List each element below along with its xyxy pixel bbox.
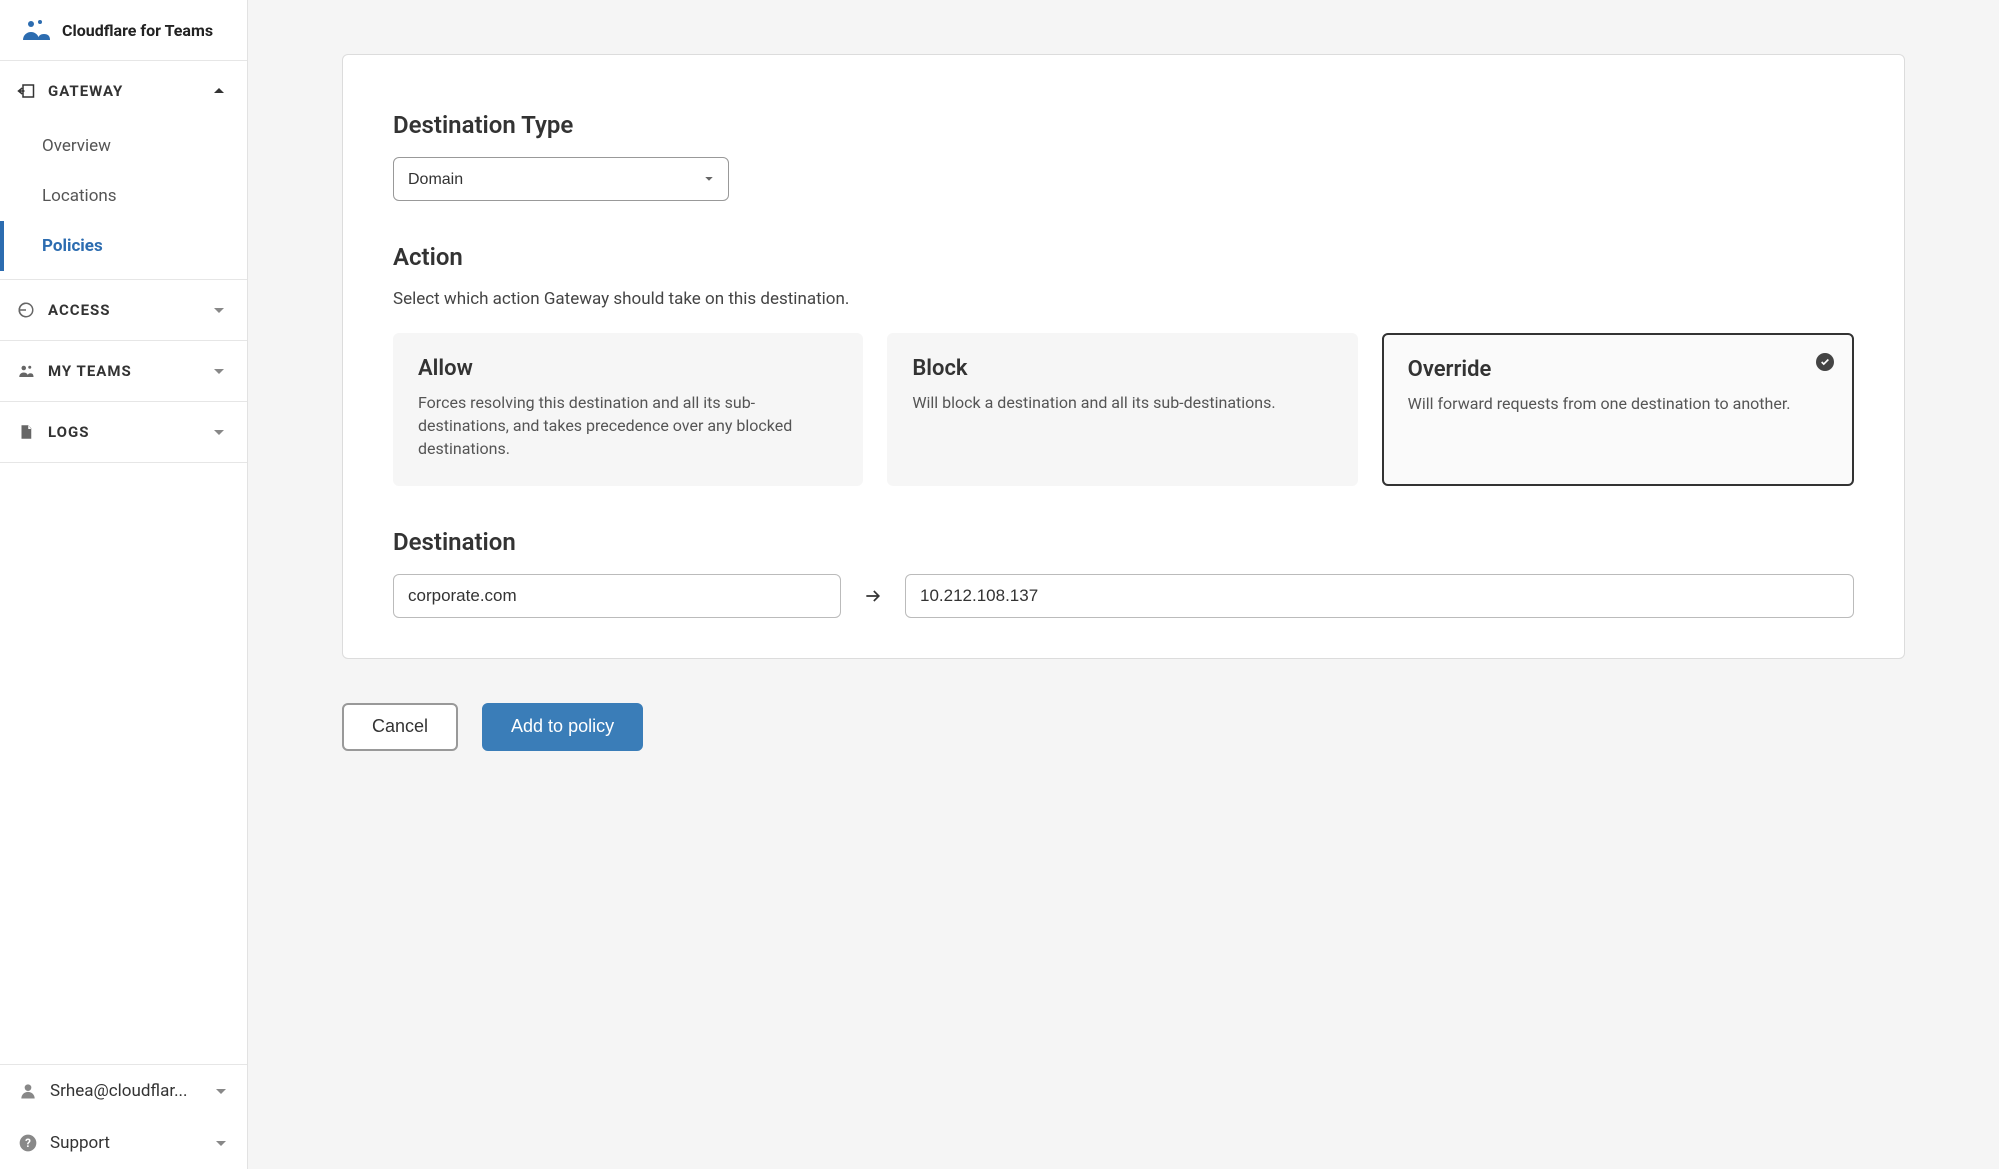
chevron-down-icon [211, 302, 227, 318]
brand-name: Cloudflare for Teams [62, 21, 213, 40]
chevron-down-icon [211, 363, 227, 379]
action-heading: Action [393, 243, 1854, 271]
nav-header-logs[interactable]: LOGS [0, 402, 247, 462]
cloudflare-teams-icon [20, 18, 52, 42]
arrow-right-icon [863, 586, 883, 606]
access-icon [16, 300, 36, 320]
destination-type-section: Destination Type Domain [393, 111, 1854, 201]
action-cards: Allow Forces resolving this destination … [393, 333, 1854, 486]
action-title-allow: Allow [418, 356, 838, 381]
action-desc-allow: Forces resolving this destination and al… [418, 391, 838, 461]
gateway-icon [16, 81, 36, 101]
checkmark-icon [1816, 353, 1834, 371]
nav-header-access[interactable]: ACCESS [0, 280, 247, 340]
policy-form-card: Destination Type Domain Action Select wh… [342, 54, 1905, 659]
destination-heading: Destination [393, 528, 1854, 556]
action-card-override[interactable]: Override Will forward requests from one … [1382, 333, 1854, 486]
nav-section-myteams: MY TEAMS [0, 341, 247, 402]
chevron-up-icon [211, 83, 227, 99]
nav-title-logs: LOGS [48, 423, 89, 441]
nav-section-gateway: GATEWAY Overview Locations Policies [0, 61, 247, 280]
add-to-policy-button[interactable]: Add to policy [482, 703, 643, 751]
destination-to-input[interactable] [905, 574, 1854, 618]
chevron-down-icon [213, 1135, 229, 1151]
main-content: Destination Type Domain Action Select wh… [248, 0, 1999, 1169]
cancel-button[interactable]: Cancel [342, 703, 458, 751]
nav-items-gateway: Overview Locations Policies [0, 121, 247, 279]
user-icon [18, 1081, 38, 1101]
destination-type-select[interactable]: Domain [393, 157, 729, 201]
action-desc-override: Will forward requests from one destinati… [1408, 392, 1828, 415]
chevron-down-icon [211, 424, 227, 440]
destination-type-select-wrap: Domain [393, 157, 729, 201]
help-icon: ? [18, 1133, 38, 1153]
destination-type-heading: Destination Type [393, 111, 1854, 139]
footer-support-label: Support [50, 1133, 110, 1153]
action-card-block[interactable]: Block Will block a destination and all i… [887, 333, 1357, 486]
nav-title-gateway: GATEWAY [48, 82, 123, 100]
brand: Cloudflare for Teams [0, 0, 247, 61]
action-description: Select which action Gateway should take … [393, 289, 1854, 309]
footer-account[interactable]: Srhea@cloudflar... [0, 1065, 247, 1117]
logs-icon [16, 422, 36, 442]
nav-section-access: ACCESS [0, 280, 247, 341]
nav-header-myteams[interactable]: MY TEAMS [0, 341, 247, 401]
svg-text:?: ? [25, 1136, 31, 1150]
destination-from-input[interactable] [393, 574, 841, 618]
action-section: Action Select which action Gateway shoul… [393, 243, 1854, 486]
nav-title-myteams: MY TEAMS [48, 362, 132, 380]
destination-section: Destination [393, 528, 1854, 618]
action-title-override: Override [1408, 357, 1828, 382]
footer-email: Srhea@cloudflar... [50, 1081, 188, 1101]
nav-title-access: ACCESS [48, 301, 111, 319]
sidebar-item-overview[interactable]: Overview [0, 121, 247, 171]
sidebar-item-policies[interactable]: Policies [0, 221, 247, 271]
nav-section-logs: LOGS [0, 402, 247, 463]
button-row: Cancel Add to policy [342, 703, 1905, 751]
action-desc-block: Will block a destination and all its sub… [912, 391, 1332, 414]
action-card-allow[interactable]: Allow Forces resolving this destination … [393, 333, 863, 486]
sidebar-item-locations[interactable]: Locations [0, 171, 247, 221]
sidebar: Cloudflare for Teams GATEWAY Overview Lo… [0, 0, 248, 1169]
teams-icon [16, 361, 36, 381]
destination-row [393, 574, 1854, 618]
footer-support[interactable]: ? Support [0, 1117, 247, 1169]
chevron-down-icon [213, 1083, 229, 1099]
nav-header-gateway[interactable]: GATEWAY [0, 61, 247, 121]
action-title-block: Block [912, 356, 1332, 381]
nav: GATEWAY Overview Locations Policies ACCE… [0, 61, 247, 1064]
sidebar-footer: Srhea@cloudflar... ? Support [0, 1064, 247, 1169]
